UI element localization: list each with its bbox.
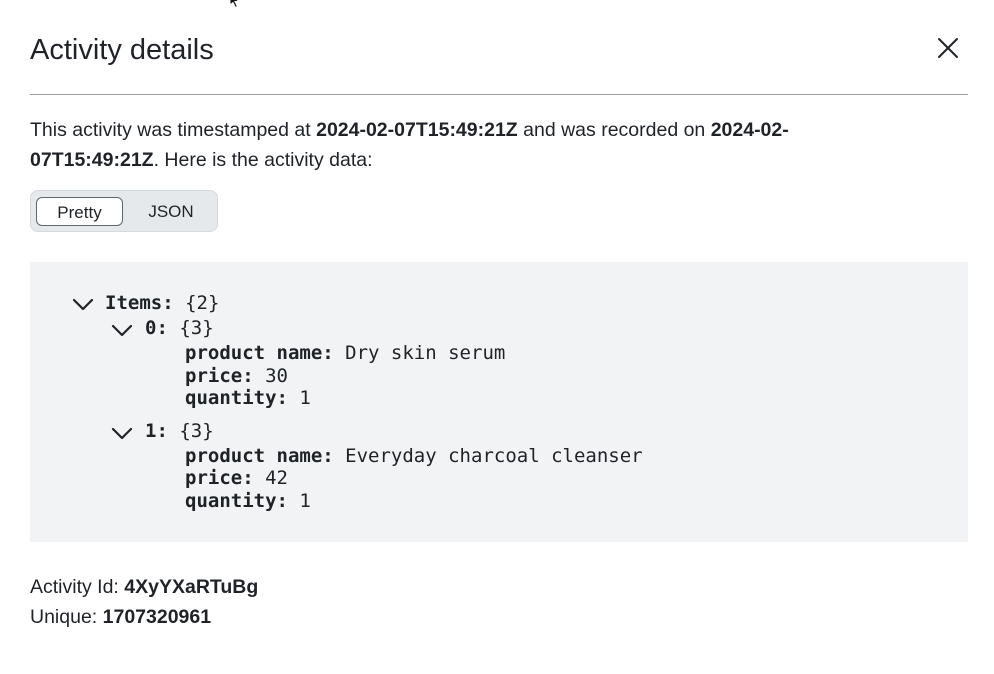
unique-label: Unique: xyxy=(30,606,103,628)
activity-id-value: 4XyYXaRTuBg xyxy=(124,576,259,598)
field-key: product name: xyxy=(185,445,334,467)
activity-id-line: Activity Id: 4XyYXaRTuBg xyxy=(30,572,258,602)
field-value: 42 xyxy=(265,467,288,489)
unique-line: Unique: 1707320961 xyxy=(30,602,258,632)
tree-field: price: 42 xyxy=(185,466,288,490)
field-value: Everyday charcoal cleanser xyxy=(345,445,643,467)
dialog-header: Activity details xyxy=(30,28,968,95)
tree-count: {3} xyxy=(179,317,214,339)
tree-field: quantity: 1 xyxy=(185,386,311,410)
activity-description: This activity was timestamped at 2024-02… xyxy=(30,115,890,175)
description-suffix: . Here is the activity data: xyxy=(153,149,373,171)
tree-count: {2} xyxy=(185,292,220,314)
activity-footer: Activity Id: 4XyYXaRTuBg Unique: 1707320… xyxy=(30,572,258,632)
chevron-down-icon[interactable] xyxy=(111,324,133,338)
dialog-title: Activity details xyxy=(30,34,214,66)
close-button[interactable] xyxy=(936,36,960,60)
close-icon xyxy=(938,38,958,58)
field-value: Dry skin serum xyxy=(345,342,506,364)
field-value: 1 xyxy=(299,387,311,409)
timestamped-at: 2024-02-07T15:49:21Z xyxy=(316,119,518,141)
field-key: quantity: xyxy=(185,387,288,409)
activity-data-panel: Items: {2} 0: {3} product name: Dry skin… xyxy=(30,262,968,542)
tree-node-item-0: 0: {3} xyxy=(145,316,214,340)
tree-field: product name: Everyday charcoal cleanser xyxy=(185,444,643,468)
tree-field: quantity: 1 xyxy=(185,489,311,513)
field-key: price: xyxy=(185,467,254,489)
tab-pretty[interactable]: Pretty xyxy=(36,197,123,226)
tree-key: 1: xyxy=(145,420,168,442)
description-middle: and was recorded on xyxy=(517,119,711,141)
tree-node-item-1: 1: {3} xyxy=(145,419,214,443)
tree-key: Items: xyxy=(105,292,174,314)
tree-node-items: Items: {2} xyxy=(105,291,219,315)
chevron-down-icon[interactable] xyxy=(72,298,94,312)
field-value: 30 xyxy=(265,365,288,387)
unique-value: 1707320961 xyxy=(102,606,212,628)
tree-field: price: 30 xyxy=(185,364,288,388)
tree-count: {3} xyxy=(179,420,214,442)
field-value: 1 xyxy=(299,490,311,512)
field-key: price: xyxy=(185,365,254,387)
tree-key: 0: xyxy=(145,317,168,339)
field-key: product name: xyxy=(185,342,334,364)
tree-field: product name: Dry skin serum xyxy=(185,341,505,365)
field-key: quantity: xyxy=(185,490,288,512)
view-mode-toggle: Pretty JSON xyxy=(30,190,218,232)
mouse-cursor-icon xyxy=(229,0,241,8)
chevron-down-icon[interactable] xyxy=(111,427,133,441)
activity-id-label: Activity Id: xyxy=(30,576,125,598)
description-prefix: This activity was timestamped at xyxy=(30,119,317,141)
tab-json[interactable]: JSON xyxy=(131,197,211,226)
